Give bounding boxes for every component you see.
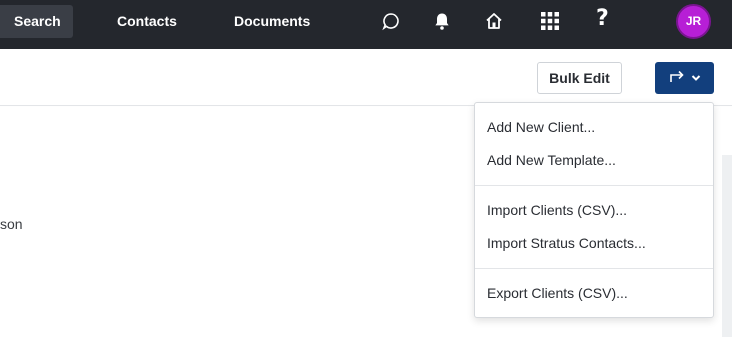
menu-item-export-clients-csv[interactable]: Export Clients (CSV)... — [487, 283, 628, 303]
top-nav: Search Contacts Documents ? JR — [0, 0, 732, 49]
home-icon[interactable] — [482, 9, 506, 33]
menu-item-import-clients-csv[interactable]: Import Clients (CSV)... — [487, 200, 627, 220]
share-arrow-icon — [669, 69, 685, 88]
avatar[interactable]: JR — [676, 4, 711, 39]
help-icon[interactable]: ? — [596, 6, 609, 31]
toolbar: Bulk Edit — [0, 49, 732, 106]
nav-documents[interactable]: Documents — [234, 0, 310, 42]
menu-item-add-new-client[interactable]: Add New Client... — [487, 117, 595, 137]
scrollbar[interactable] — [722, 155, 732, 337]
nav-contacts[interactable]: Contacts — [117, 0, 177, 42]
menu-divider — [475, 268, 713, 269]
menu-item-add-new-template[interactable]: Add New Template... — [487, 150, 616, 170]
bulk-edit-button[interactable]: Bulk Edit — [537, 62, 622, 94]
bell-icon[interactable] — [430, 9, 454, 33]
search-button[interactable]: Search — [0, 5, 73, 38]
actions-dropdown-button[interactable] — [655, 62, 714, 94]
menu-divider — [475, 185, 713, 186]
menu-item-import-stratus-contacts[interactable]: Import Stratus Contacts... — [487, 233, 646, 253]
chat-icon[interactable] — [379, 9, 403, 33]
actions-menu: Add New Client... Add New Template... Im… — [474, 102, 714, 318]
row-text: son — [0, 216, 23, 232]
apps-grid-icon[interactable] — [538, 9, 562, 33]
chevron-down-icon — [691, 69, 701, 87]
